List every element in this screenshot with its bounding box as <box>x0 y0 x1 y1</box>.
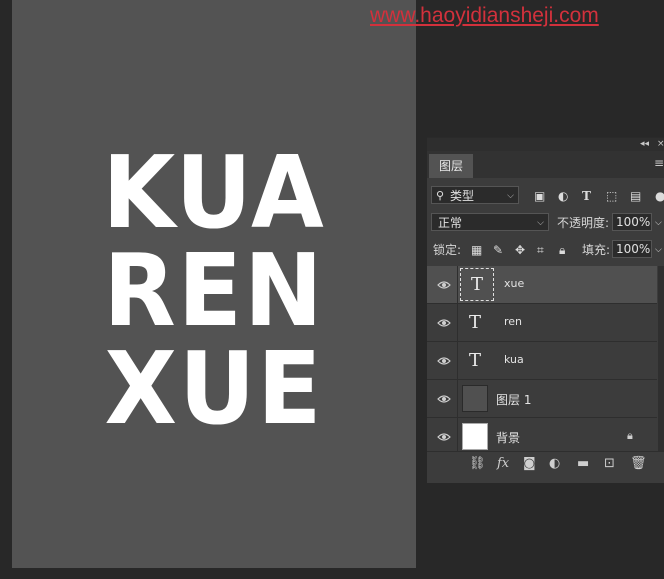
eye-icon[interactable] <box>437 316 451 330</box>
adjust-icon[interactable]: ◐ <box>558 187 568 205</box>
lock-transparent-icon[interactable]: ▦ <box>471 241 482 259</box>
layer-name: 图层 1 <box>496 393 532 407</box>
opacity-dropdown-icon[interactable]: ⌵ <box>655 214 662 232</box>
text-layer-thumbnail: T <box>468 312 481 333</box>
fill-label: 填充: <box>582 243 611 257</box>
shape-icon[interactable]: ⬚ <box>606 187 617 205</box>
layers-scrollbar[interactable] <box>658 266 664 451</box>
eye-icon[interactable] <box>437 278 451 292</box>
canvas-text-ren: REN <box>103 233 325 350</box>
panel-topbar: ◂◂ × <box>427 138 664 151</box>
adjustment-layer-icon[interactable]: ◐ <box>549 456 560 471</box>
opacity-label: 不透明度: <box>557 216 610 230</box>
filter-row: ⚲ 类型 ⌵ ▣ ◐ T ⬚ ▤ ● <box>427 185 664 209</box>
filter-kind-label: 类型 <box>450 189 475 203</box>
mask-icon[interactable]: ◙ <box>523 456 536 471</box>
text-icon[interactable]: T <box>582 187 591 205</box>
blend-mode-label: 正常 <box>438 216 463 230</box>
layers-list: T xue T ren T kua 图层 1 背景 🔒︎ <box>427 266 657 455</box>
layer-row-layer-1[interactable]: 图层 1 <box>427 380 657 418</box>
fill-input[interactable]: 100% <box>612 240 652 258</box>
image-icon[interactable]: ▣ <box>534 187 545 205</box>
blend-row: 正常 ⌵ 不透明度: 100% ⌵ <box>427 212 664 236</box>
canvas-text-xue: XUE <box>104 331 324 448</box>
new-layer-icon[interactable]: ⊡ <box>604 456 615 471</box>
filter-kind-select[interactable]: ⚲ 类型 ⌵ <box>431 186 519 204</box>
smart-icon[interactable]: ▤ <box>630 187 641 205</box>
layers-panel: ◂◂ × 图层 ≡ ⚲ 类型 ⌵ ▣ ◐ T ⬚ ▤ ● 正常 ⌵ 不透明度: … <box>427 137 664 483</box>
search-icon: ⚲ <box>436 189 445 202</box>
layer-name: xue <box>504 277 525 290</box>
pixel-layer-thumbnail <box>462 385 488 412</box>
fx-icon[interactable]: fx <box>497 456 509 471</box>
panel-bottom-toolbar: ⛓ fx ◙ ◐ ▬ ⊡ 🗑︎ <box>427 451 664 480</box>
lock-row: 锁定: ▦ ✎ ✥ ⌗ 🔒︎ 填充: 100% ⌵ <box>427 239 664 263</box>
layer-row-xue[interactable]: T xue <box>427 266 657 304</box>
lock-all-icon[interactable]: 🔒︎ <box>559 241 565 259</box>
close-icon[interactable]: × <box>657 138 664 151</box>
trash-icon[interactable]: 🗑︎ <box>630 456 647 471</box>
chevron-down-icon: ⌵ <box>507 191 514 201</box>
panel-tabbar: 图层 ≡ <box>427 151 664 178</box>
panel-menu-icon[interactable]: ≡ <box>654 156 664 170</box>
layer-row-ren[interactable]: T ren <box>427 304 657 342</box>
blend-mode-select[interactable]: 正常 ⌵ <box>431 213 549 231</box>
eye-icon[interactable] <box>437 354 451 368</box>
layer-name: ren <box>504 315 523 328</box>
lock-move-icon[interactable]: ✥ <box>515 241 525 259</box>
opacity-input[interactable]: 100% <box>612 213 652 231</box>
text-layer-thumbnail: T <box>468 350 481 371</box>
document-canvas[interactable]: KUA REN XUE <box>12 0 416 568</box>
background-layer-thumbnail <box>462 423 488 450</box>
lock-label: 锁定: <box>433 243 462 257</box>
canvas-text-kua: KUA <box>102 135 326 252</box>
watermark: www.haoyidiansheji.com <box>370 4 599 27</box>
eye-icon[interactable] <box>437 392 451 406</box>
chevron-down-icon: ⌵ <box>537 218 544 228</box>
layer-row-background[interactable]: 背景 🔒︎ <box>427 418 657 455</box>
tab-layers[interactable]: 图层 <box>429 154 474 178</box>
layer-row-kua[interactable]: T kua <box>427 342 657 380</box>
lock-artboard-icon[interactable]: ⌗ <box>537 241 544 259</box>
fill-dropdown-icon[interactable]: ⌵ <box>655 241 662 259</box>
collapse-icon[interactable]: ◂◂ <box>640 138 649 151</box>
link-icon[interactable]: ⛓ <box>469 456 486 471</box>
lock-icon: 🔒︎ <box>627 429 633 442</box>
layer-name: 背景 <box>496 431 521 445</box>
folder-icon[interactable]: ▬ <box>577 456 589 471</box>
filter-toggle-icon[interactable]: ● <box>655 187 664 205</box>
layer-name: kua <box>504 353 524 366</box>
text-layer-thumbnail: T <box>460 268 494 301</box>
eye-icon[interactable] <box>437 430 451 444</box>
lock-brush-icon[interactable]: ✎ <box>493 241 503 259</box>
